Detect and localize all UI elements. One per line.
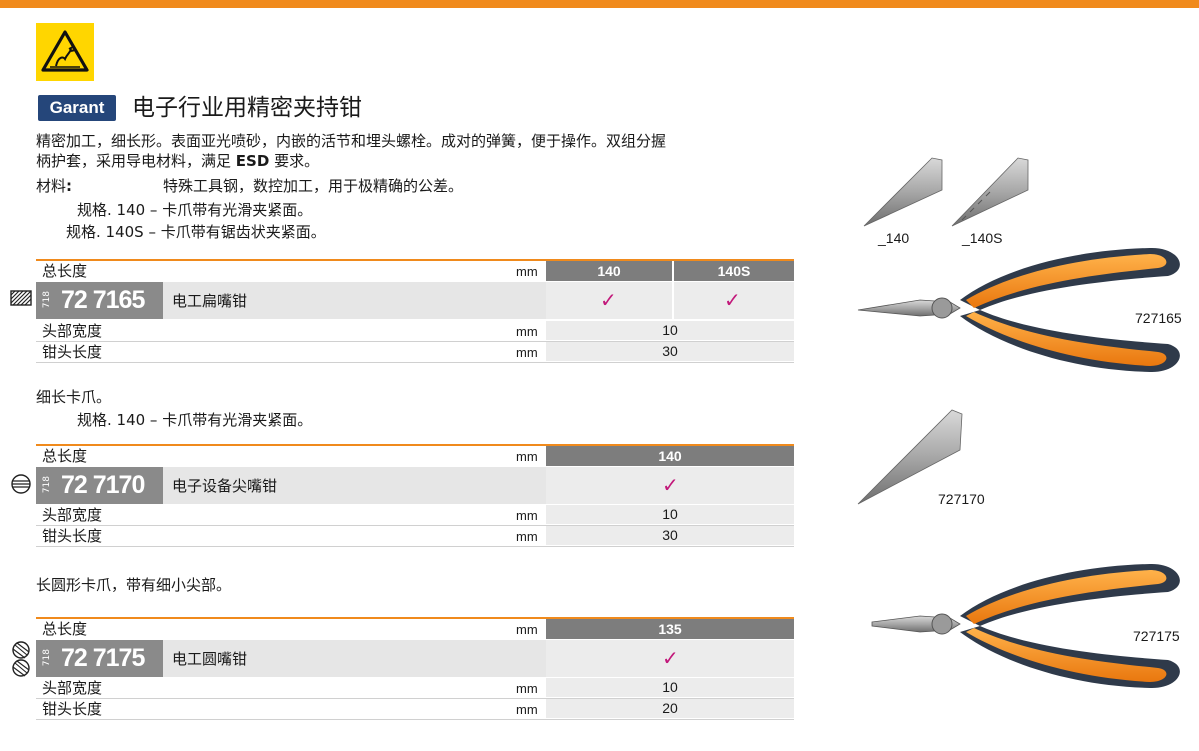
head-width-value: 10 [662,322,678,338]
overall-length-unit: mm [516,622,538,637]
row-separator [36,546,794,547]
intro-esd: ESD [235,152,270,170]
jaw-length-value-cell: 30 [546,342,794,361]
product-name-box: 电工扁嘴钳 [163,282,546,319]
jaw-tip-140-image [863,157,943,227]
availability-cell-140: ✓ [546,282,672,319]
availability-cell-135: ✓ [546,640,794,677]
pointed-jaw-image [857,409,963,505]
overall-length-label: 总长度 [42,447,88,465]
variant-140s-header: 140S [674,261,794,281]
jaw-length-value: 30 [662,527,678,543]
head-width-label: 头部宽度 [42,322,103,340]
product-name-box: 电工圆嘴钳 [163,640,546,677]
article-code-box: 718 72 7170 [36,467,163,504]
round-nose-pliers-image [871,563,1180,689]
intro-line-1: 精密加工，细长形。表面亚光喷砂，内嵌的活节和埋头螺栓。成对的弹簧，便于操作。双组… [36,132,667,150]
product-table-727175: 总长度 mm 135 718 72 7175 电工圆嘴钳 ✓ 头部宽度 mm 1… [36,617,794,721]
jaw-length-label: 钳头长度 [42,343,103,361]
row-separator [36,362,794,363]
product-name: 电子设备尖嘴钳 [172,477,278,495]
product-table-727165: 总长度 mm 140 140S 718 72 7165 电工扁嘴钳 ✓ ✓ 头部… [36,259,794,363]
jaw-tip-140s-image [951,157,1029,227]
material-colon: : [66,177,73,195]
spec-140s: 规格. 140S – 卡爪带有锯齿状夹紧面。 [66,223,326,241]
row-separator [36,719,794,720]
product-name: 电工扁嘴钳 [172,292,248,310]
jaw-length-value-cell: 20 [546,699,794,718]
top-accent-bar [0,0,1199,8]
tip-140-label: _140 [878,230,910,246]
head-width-label: 头部宽度 [42,679,103,697]
jaw-length-unit: mm [516,529,538,544]
product-name-box: 电子设备尖嘴钳 [163,467,546,504]
article-code-box: 718 72 7175 [36,640,163,677]
jaw-length-label: 钳头长度 [42,527,103,545]
page-title: 电子行业用精密夹持钳 [132,95,362,121]
check-icon: ✓ [724,288,741,312]
product-name: 电工圆嘴钳 [172,650,248,668]
material-text: 特殊工具钢，数控加工，用于极精确的公差。 [163,177,464,195]
article-prefix: 718 [42,291,52,309]
check-icon: ✓ [662,646,679,670]
check-icon: ✓ [662,473,679,497]
esd-warning-icon [36,23,94,81]
intro-text-a: 柄护套，采用导电材料，满足 [36,152,232,170]
pointed-jaw-icon [10,473,32,499]
overall-length-label: 总长度 [42,262,88,280]
jaw-length-value: 30 [662,343,678,359]
head-width-value-cell: 10 [546,678,794,697]
section3-description: 长圆形卡爪，带有细小尖部。 [36,576,232,594]
article-number: 72 7165 [61,286,145,314]
head-width-value: 10 [662,506,678,522]
availability-cell-140: ✓ [546,467,794,504]
intro-line-2: 柄护套，采用导电材料，满足 ESD 要求。 [36,151,319,171]
product-727170-label: 727170 [938,491,985,507]
product-727165-label: 727165 [1135,310,1182,326]
variant-140-header: 140 [546,261,672,281]
material-label: 材料: [36,176,72,196]
article-number: 72 7170 [61,471,145,499]
jaw-length-value-cell: 30 [546,526,794,545]
head-width-value-cell: 10 [546,321,794,340]
jaw-length-value: 20 [662,700,678,716]
spec-140: 规格. 140 – 卡爪带有光滑夹紧面。 [77,201,313,219]
product-table-727170: 总长度 mm 140 718 72 7170 电子设备尖嘴钳 ✓ 头部宽度 mm… [36,444,794,548]
jaw-length-label: 钳头长度 [42,700,103,718]
tip-140s-label: _140S [962,230,1003,246]
intro-text-b: 要求。 [274,152,320,170]
section2-spec: 规格. 140 – 卡爪带有光滑夹紧面。 [77,411,313,429]
check-icon: ✓ [600,288,617,312]
jaw-length-unit: mm [516,702,538,717]
round-jaw-icon [10,641,32,681]
head-width-value-cell: 10 [546,505,794,524]
section2-description: 细长卡爪。 [36,388,112,406]
brand-logo: Garant [38,95,116,121]
product-727175-label: 727175 [1133,628,1180,644]
flat-nose-pliers-image [857,247,1180,373]
availability-cell-140s: ✓ [674,282,794,319]
head-width-value: 10 [662,679,678,695]
overall-length-unit: mm [516,449,538,464]
jaw-length-unit: mm [516,345,538,360]
article-prefix: 718 [42,649,52,667]
variant-135-header: 135 [546,619,794,639]
article-number: 72 7175 [61,644,145,672]
variant-140-header: 140 [546,446,794,466]
head-width-unit: mm [516,508,538,523]
article-code-box: 718 72 7165 [36,282,163,319]
head-width-unit: mm [516,324,538,339]
head-width-label: 头部宽度 [42,506,103,524]
article-prefix: 718 [42,476,52,494]
overall-length-unit: mm [516,264,538,279]
flat-jaw-icon [10,289,32,311]
head-width-unit: mm [516,681,538,696]
overall-length-label: 总长度 [42,620,88,638]
material-label-text: 材料 [36,177,67,195]
